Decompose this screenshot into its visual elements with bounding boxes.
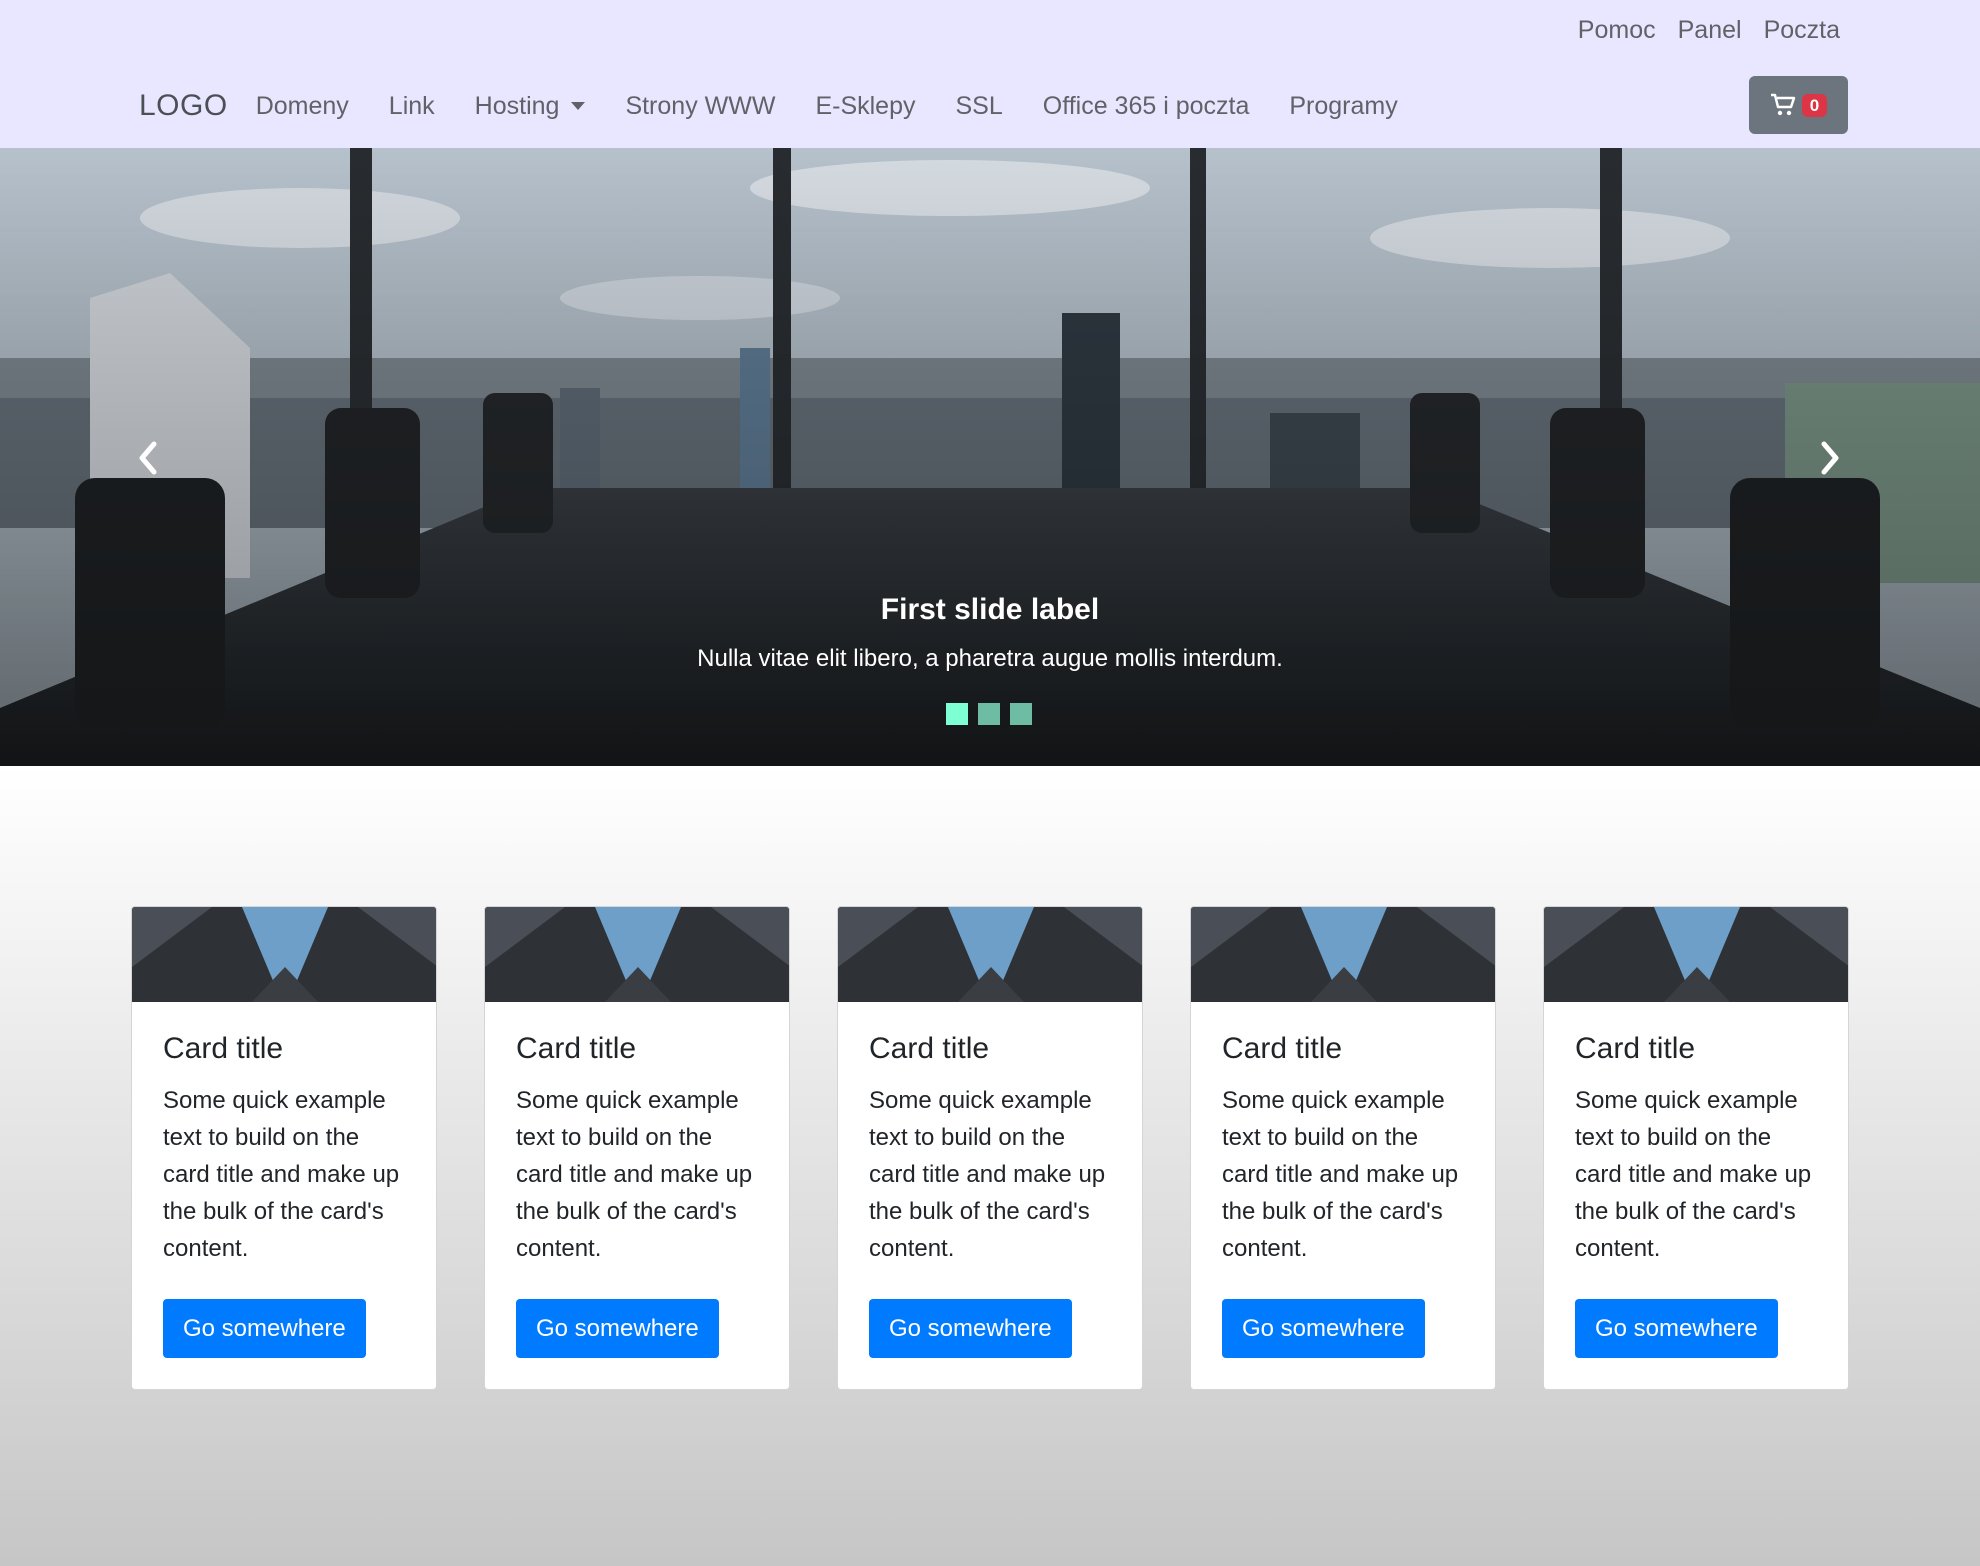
carousel-indicators — [946, 703, 1032, 725]
nav-item-link[interactable]: Link — [389, 92, 435, 121]
nav-item-programy[interactable]: Programy — [1289, 92, 1397, 121]
card-image — [485, 907, 789, 1002]
card-text: Some quick example text to build on the … — [1575, 1087, 1812, 1262]
go-somewhere-button[interactable]: Go somewhere — [869, 1299, 1072, 1358]
cart-button[interactable]: 0 — [1749, 76, 1848, 134]
chevron-right-icon — [1821, 441, 1839, 475]
card-image — [132, 907, 436, 1002]
conference-room-image — [0, 148, 1980, 766]
nav-item-hosting[interactable]: Hosting — [475, 92, 586, 121]
nav-item-strony-www[interactable]: Strony WWW — [625, 92, 775, 121]
nav-item-label: E-Sklepy — [815, 91, 916, 120]
nav-item-label: Strony WWW — [625, 91, 776, 120]
go-somewhere-button[interactable]: Go somewhere — [163, 1299, 366, 1358]
nav-item-label: SSL — [955, 91, 1003, 120]
card-title: Card title — [869, 1032, 990, 1065]
card-image — [1544, 907, 1848, 1002]
nav-item-e-sklepy[interactable]: E-Sklepy — [815, 92, 915, 121]
carousel-next-button[interactable] — [1810, 433, 1850, 483]
nav-item-label: Programy — [1289, 91, 1398, 120]
card-title: Card title — [516, 1032, 637, 1065]
cart-count-badge: 0 — [1801, 93, 1828, 117]
hero-carousel: First slide label Nulla vitae elit liber… — [0, 148, 1980, 766]
main-nav: LOGO Domeny Link Hosting Strony WWW E-Sk… — [139, 84, 1438, 128]
card-text: Some quick example text to build on the … — [163, 1087, 400, 1262]
go-somewhere-button[interactable]: Go somewhere — [1222, 1299, 1425, 1358]
card: Card title Some quick example text to bu… — [131, 906, 437, 1390]
nav-item-domeny[interactable]: Domeny — [256, 92, 349, 121]
chevron-left-icon — [139, 441, 157, 475]
util-link-panel[interactable]: Panel — [1678, 16, 1742, 45]
site-header: Pomoc Panel Poczta LOGO Domeny Link Host… — [0, 0, 1980, 148]
card-text: Some quick example text to build on the … — [516, 1087, 753, 1262]
cart-icon — [1770, 93, 1796, 116]
card: Card title Some quick example text to bu… — [484, 906, 790, 1390]
card-text: Some quick example text to build on the … — [1222, 1087, 1459, 1262]
carousel-caption-text: Nulla vitae elit libero, a pharetra augu… — [697, 645, 1283, 672]
nav-item-label: Hosting — [474, 91, 560, 120]
carousel-indicator-3[interactable] — [1010, 703, 1032, 725]
go-somewhere-button[interactable]: Go somewhere — [516, 1299, 719, 1358]
nav-item-label: Domeny — [255, 91, 349, 120]
card-title: Card title — [1222, 1032, 1343, 1065]
carousel-prev-button[interactable] — [128, 433, 168, 483]
card: Card title Some quick example text to bu… — [1190, 906, 1496, 1390]
card-title: Card title — [163, 1032, 284, 1065]
card-grid: Card title Some quick example text to bu… — [131, 906, 1849, 1390]
logo[interactable]: LOGO — [139, 89, 228, 123]
nav-item-office-365[interactable]: Office 365 i poczta — [1043, 92, 1250, 121]
card-text: Some quick example text to build on the … — [869, 1087, 1106, 1262]
utility-nav: Pomoc Panel Poczta — [1578, 16, 1840, 45]
util-link-poczta[interactable]: Poczta — [1764, 16, 1840, 45]
carousel-caption-title: First slide label — [880, 593, 1100, 626]
util-link-pomoc[interactable]: Pomoc — [1578, 16, 1656, 45]
card-title: Card title — [1575, 1032, 1696, 1065]
nav-item-label: Office 365 i poczta — [1042, 91, 1250, 120]
go-somewhere-button[interactable]: Go somewhere — [1575, 1299, 1778, 1358]
card-image — [838, 907, 1142, 1002]
card: Card title Some quick example text to bu… — [837, 906, 1143, 1390]
card-image — [1191, 907, 1495, 1002]
nav-item-label: Link — [388, 91, 435, 120]
card: Card title Some quick example text to bu… — [1543, 906, 1849, 1390]
carousel-indicator-2[interactable] — [978, 703, 1000, 725]
nav-item-ssl[interactable]: SSL — [955, 92, 1002, 121]
caret-down-icon — [571, 102, 586, 110]
carousel-indicator-1[interactable] — [946, 703, 968, 725]
